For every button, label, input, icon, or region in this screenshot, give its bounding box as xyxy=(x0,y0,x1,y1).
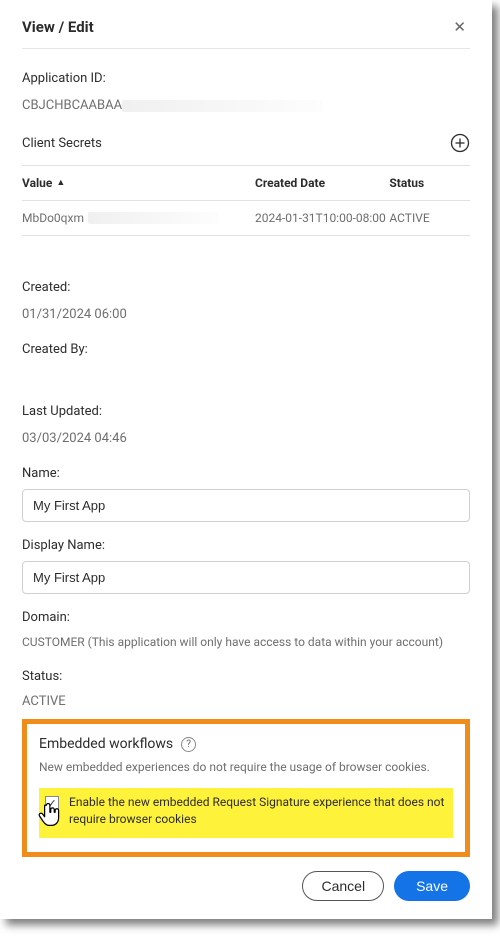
view-edit-dialog: View / Edit ✕ Application ID: CBJCHBCAAB… xyxy=(0,0,492,919)
created-label: Created: xyxy=(22,280,470,295)
domain-value: CUSTOMER (This application will only hav… xyxy=(22,635,470,649)
col-header-status[interactable]: Status xyxy=(389,176,470,190)
app-id-text: CBJCHBCAABAA xyxy=(22,98,122,113)
dialog-footer: Cancel Save xyxy=(22,871,470,901)
table-header-row: Value ▲ Created Date Status xyxy=(22,166,470,201)
col-header-created[interactable]: Created Date xyxy=(255,176,389,190)
domain-label: Domain: xyxy=(22,610,470,625)
last-updated-label: Last Updated: xyxy=(22,404,470,419)
workflows-desc: New embedded experiences do not require … xyxy=(39,760,453,774)
col-value-label: Value xyxy=(22,176,52,190)
workflows-title-row: Embedded workflows ? xyxy=(39,736,453,752)
created-value: 01/31/2024 06:00 xyxy=(22,307,470,322)
app-id-value: CBJCHBCAABAA xyxy=(22,98,470,113)
cancel-button[interactable]: Cancel xyxy=(302,871,384,901)
sort-asc-icon: ▲ xyxy=(56,177,65,188)
dialog-header: View / Edit ✕ xyxy=(22,16,470,49)
last-updated-value: 03/03/2024 04:46 xyxy=(22,431,470,446)
display-name-label: Display Name: xyxy=(22,538,470,553)
name-label: Name: xyxy=(22,466,470,481)
help-icon[interactable]: ? xyxy=(181,737,196,752)
enable-embedded-label: Enable the new embedded Request Signatur… xyxy=(69,794,447,828)
secret-created-cell: 2024-01-31T10:00-08:00 xyxy=(255,211,389,225)
secret-value-cell: MbDo0qxm xyxy=(22,211,255,225)
display-name-input[interactable] xyxy=(22,561,470,594)
status-label: Status: xyxy=(22,669,470,684)
workflows-title: Embedded workflows xyxy=(39,736,173,752)
app-id-label: Application ID: xyxy=(22,71,470,86)
dialog-title: View / Edit xyxy=(22,18,94,36)
table-row: MbDo0qxm 2024-01-31T10:00-08:00 ACTIVE xyxy=(22,201,470,235)
secret-status-cell: ACTIVE xyxy=(389,211,470,225)
created-by-value xyxy=(22,369,470,384)
close-icon[interactable]: ✕ xyxy=(449,16,470,38)
client-secrets-label: Client Secrets xyxy=(22,136,102,151)
secrets-table: Value ▲ Created Date Status MbDo0qxm 202… xyxy=(22,165,470,236)
status-value: ACTIVE xyxy=(22,694,470,709)
workflows-highlight: ✓ Enable the new embedded Request Signat… xyxy=(39,788,453,838)
add-secret-icon[interactable] xyxy=(450,133,470,153)
col-header-value[interactable]: Value ▲ xyxy=(22,176,255,190)
enable-embedded-checkbox[interactable]: ✓ xyxy=(45,796,59,810)
secret-value-text: MbDo0qxm xyxy=(22,211,84,225)
name-input[interactable] xyxy=(22,489,470,522)
save-button[interactable]: Save xyxy=(394,871,470,901)
embedded-workflows-section: Embedded workflows ? New embedded experi… xyxy=(22,719,470,857)
created-by-label: Created By: xyxy=(22,342,470,357)
client-secrets-header: Client Secrets xyxy=(22,133,470,153)
